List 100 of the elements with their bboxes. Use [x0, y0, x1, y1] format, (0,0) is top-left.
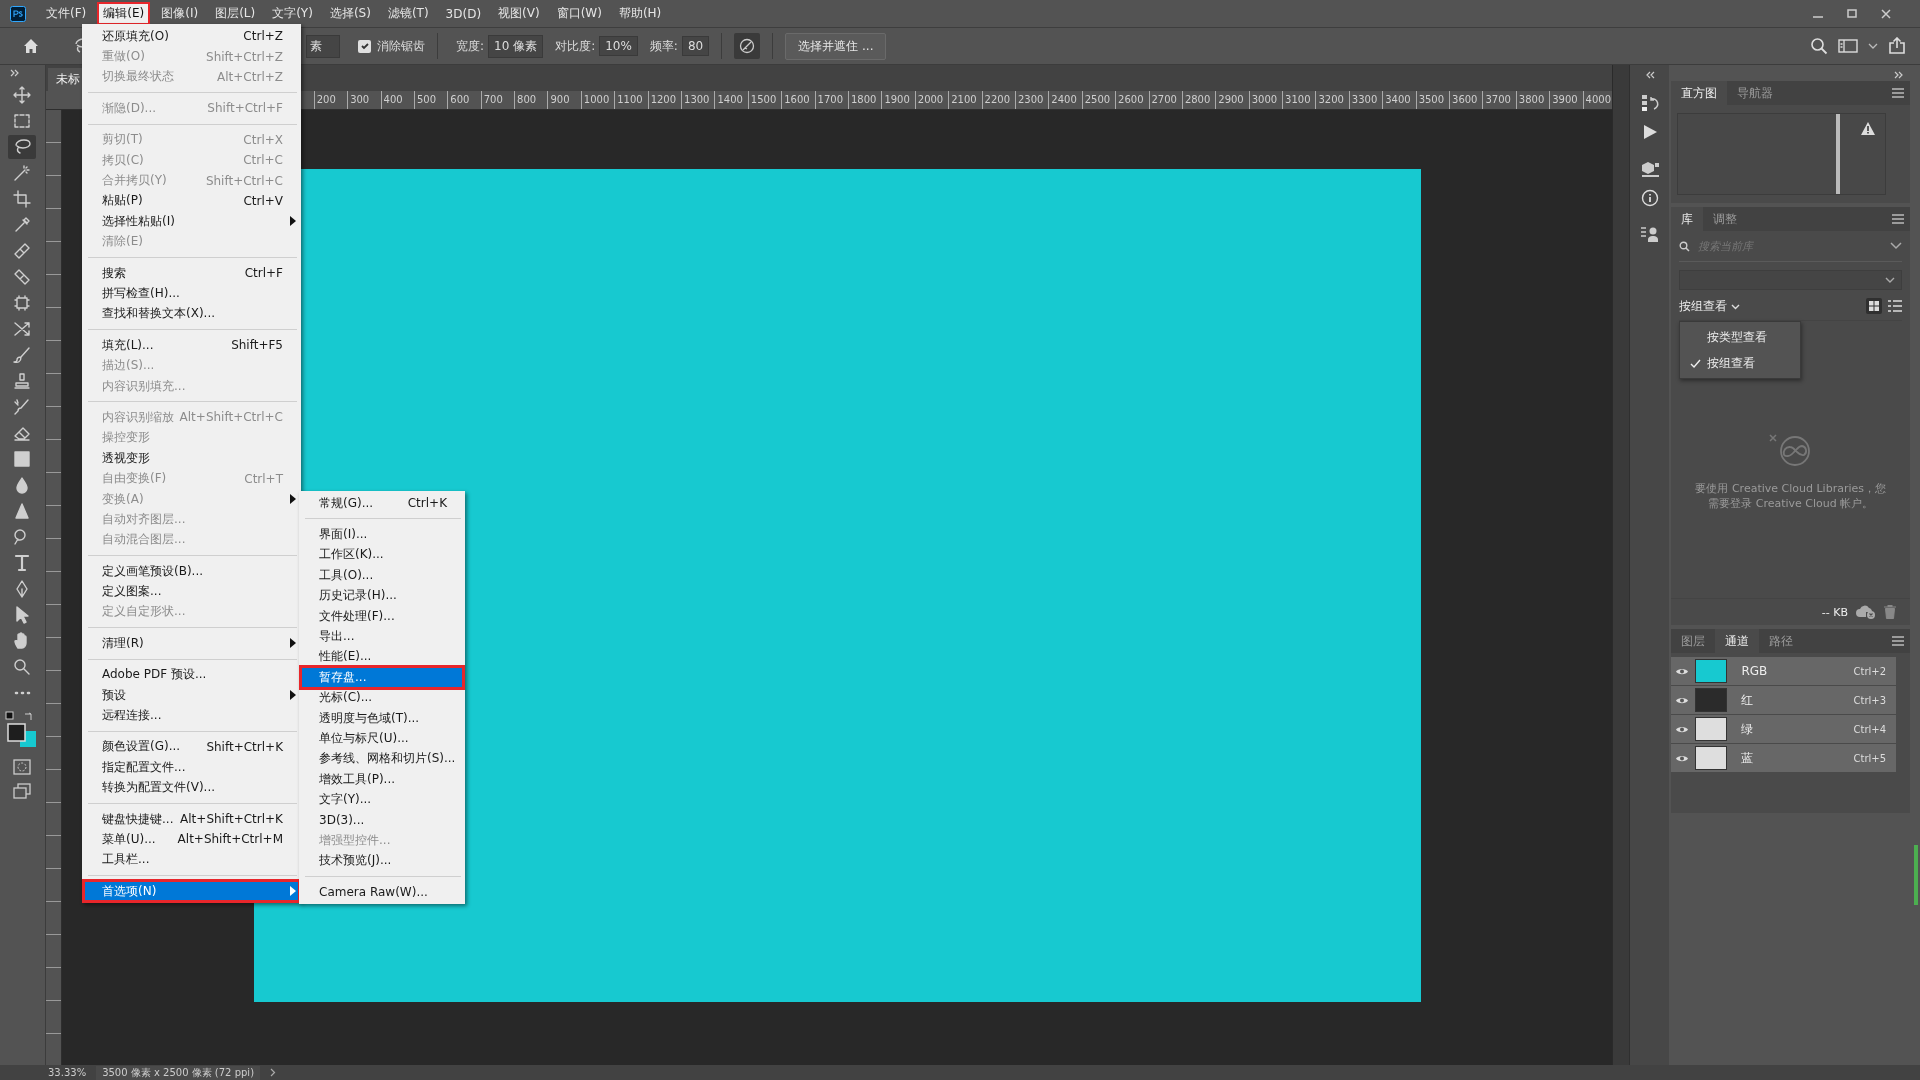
- grid-view-icon[interactable]: [1866, 298, 1883, 314]
- menu-item[interactable]: 颜色设置(G)... Shift+Ctrl+K: [84, 736, 299, 758]
- eye-icon[interactable]: [1675, 724, 1690, 734]
- channel-row[interactable]: RGB Ctrl+2: [1671, 657, 1897, 685]
- menu-item[interactable]: 文字(Y): [266, 2, 319, 25]
- close-icon[interactable]: [1880, 7, 1892, 20]
- channel-row[interactable]: 蓝 Ctrl+5: [1671, 744, 1897, 772]
- menu-item[interactable]: 增效工具(P)...: [301, 769, 463, 790]
- quick-mask-icon[interactable]: [13, 759, 32, 775]
- input-field[interactable]: 80: [681, 36, 710, 56]
- menu-item[interactable]: 文件(F): [40, 2, 93, 25]
- history-icon[interactable]: [1639, 93, 1660, 113]
- expand-icon[interactable]: [1894, 71, 1905, 79]
- menu-icon[interactable]: [1892, 636, 1905, 646]
- chevron-down-icon[interactable]: [1885, 276, 1896, 284]
- eye-icon[interactable]: [1675, 753, 1690, 763]
- menu-item[interactable]: Camera Raw(W)...: [301, 882, 463, 903]
- chevron-right-icon[interactable]: [270, 1068, 277, 1077]
- menu-item[interactable]: 搜索 Ctrl+F: [84, 262, 299, 284]
- screen-mode-icon[interactable]: [13, 783, 32, 799]
- menu-item[interactable]: 清理(R): [84, 633, 299, 654]
- menu-item[interactable]: 窗口(W): [550, 2, 608, 25]
- expand-icon[interactable]: [10, 69, 20, 77]
- menu-item[interactable]: 帮助(H): [612, 2, 668, 25]
- caret-icon[interactable]: [1868, 42, 1878, 50]
- view-option[interactable]: 按类型查看: [1680, 324, 1801, 350]
- input-field[interactable]: 10 像素: [488, 34, 544, 58]
- menu-item[interactable]: 指定配置文件...: [84, 757, 299, 778]
- menu-item[interactable]: 视图(V): [492, 2, 546, 25]
- menu-item[interactable]: 常规(G)... Ctrl+K: [301, 493, 463, 514]
- menu-item[interactable]: 还原填充(O) Ctrl+Z: [84, 26, 299, 47]
- channel-row[interactable]: 绿 Ctrl+4: [1671, 715, 1897, 743]
- menu-item[interactable]: 导出...: [301, 626, 463, 647]
- menu-item[interactable]: 界面(I)...: [301, 524, 463, 545]
- collapse-icon[interactable]: [1644, 71, 1655, 79]
- restore-icon[interactable]: [1846, 7, 1858, 20]
- eye-icon[interactable]: [1675, 666, 1690, 676]
- panel-tab[interactable]: 通道: [1715, 629, 1760, 653]
- menu-item[interactable]: 透明度与色域(T)...: [301, 707, 463, 729]
- panel-tab[interactable]: 直方图: [1671, 81, 1728, 105]
- menu-item[interactable]: 文字(Y)...: [301, 789, 463, 810]
- menu-item[interactable]: 远程连接...: [84, 705, 299, 726]
- menu-item[interactable]: 透视变形: [84, 448, 299, 469]
- menu-item[interactable]: 图层(L): [209, 2, 262, 25]
- menu-item[interactable]: 预设: [84, 684, 299, 706]
- panel-tab[interactable]: 调整: [1703, 207, 1748, 231]
- width-field[interactable]: 素: [306, 34, 340, 58]
- menu-item[interactable]: 拼写检查(H)...: [84, 283, 299, 304]
- menu-item[interactable]: 粘贴(P) Ctrl+V: [84, 190, 299, 212]
- cloud-icon[interactable]: [1856, 605, 1877, 619]
- panel-tab[interactable]: 路径: [1759, 629, 1804, 653]
- menu-item[interactable]: 工具(O)...: [301, 565, 463, 586]
- trash-icon[interactable]: [1884, 605, 1897, 619]
- menu-item[interactable]: 光标(C)...: [301, 687, 463, 708]
- menu-item[interactable]: 性能(E)...: [301, 646, 463, 668]
- select-and-mask-button[interactable]: 选择并遮住 ...: [785, 32, 887, 60]
- search-icon[interactable]: [1810, 37, 1828, 55]
- menu-item[interactable]: 工具栏...: [84, 849, 299, 871]
- view-dropdown[interactable]: 按组查看: [1679, 297, 1741, 315]
- list-view-icon[interactable]: [1888, 300, 1903, 312]
- home-icon[interactable]: [22, 37, 40, 55]
- scrollbar-thumb[interactable]: [1914, 845, 1919, 905]
- info-icon[interactable]: [1640, 189, 1659, 207]
- menu-item[interactable]: 定义画笔预设(B)...: [84, 561, 299, 582]
- view-option[interactable]: 按组查看: [1680, 350, 1801, 376]
- menu-item[interactable]: 首选项(N): [84, 881, 299, 902]
- panel-tab[interactable]: 导航器: [1727, 81, 1784, 105]
- menu-item[interactable]: 暂存盘...: [301, 667, 463, 688]
- caret-icon[interactable]: [1731, 303, 1741, 310]
- panel-tab[interactable]: 图层: [1671, 629, 1716, 653]
- channel-row[interactable]: 红 Ctrl+3: [1671, 686, 1897, 714]
- menu-item[interactable]: 单位与标尺(U)...: [301, 728, 463, 749]
- menu-item[interactable]: 选择性粘贴(I): [84, 211, 299, 232]
- menu-item[interactable]: 3D(3)...: [301, 809, 463, 831]
- menu-item[interactable]: 定义图案...: [84, 581, 299, 602]
- panel-tab[interactable]: 库: [1671, 207, 1704, 231]
- menu-item[interactable]: 图像(I): [155, 2, 205, 25]
- workspace-icon[interactable]: [1838, 38, 1858, 54]
- menu-item[interactable]: 历史记录(H)...: [301, 585, 463, 606]
- menu-item[interactable]: Adobe PDF 预设...: [84, 664, 299, 685]
- menu-item[interactable]: 查找和替换文本(X)...: [84, 303, 299, 325]
- menu-item[interactable]: 滤镜(T): [381, 2, 435, 25]
- person-list-icon[interactable]: [1639, 225, 1660, 245]
- menu-item[interactable]: 技术预览(J)...: [301, 850, 463, 872]
- menu-item[interactable]: 菜单(U)... Alt+Shift+Ctrl+M: [84, 829, 299, 850]
- chevron-down-icon[interactable]: [1890, 242, 1903, 250]
- checkbox[interactable]: [358, 39, 371, 53]
- share-icon[interactable]: [1888, 37, 1906, 55]
- menu-item[interactable]: 键盘快捷键... Alt+Shift+Ctrl+K: [84, 808, 299, 830]
- menu-icon[interactable]: [1892, 88, 1905, 98]
- menu-item[interactable]: 转换为配置文件(V)...: [84, 777, 299, 798]
- cube-icon[interactable]: [1639, 159, 1660, 179]
- menu-item[interactable]: 文件处理(F)...: [301, 605, 463, 627]
- menu-item[interactable]: 选择(S): [323, 2, 377, 25]
- menu-icon[interactable]: [1892, 214, 1905, 224]
- lasso-icon[interactable]: [8, 135, 37, 159]
- menu-item[interactable]: 3D(D): [439, 3, 488, 24]
- zoom-level[interactable]: 33.33%: [48, 1067, 87, 1078]
- menu-item[interactable]: 编辑(E): [97, 2, 151, 25]
- input-field[interactable]: 10%: [599, 36, 638, 56]
